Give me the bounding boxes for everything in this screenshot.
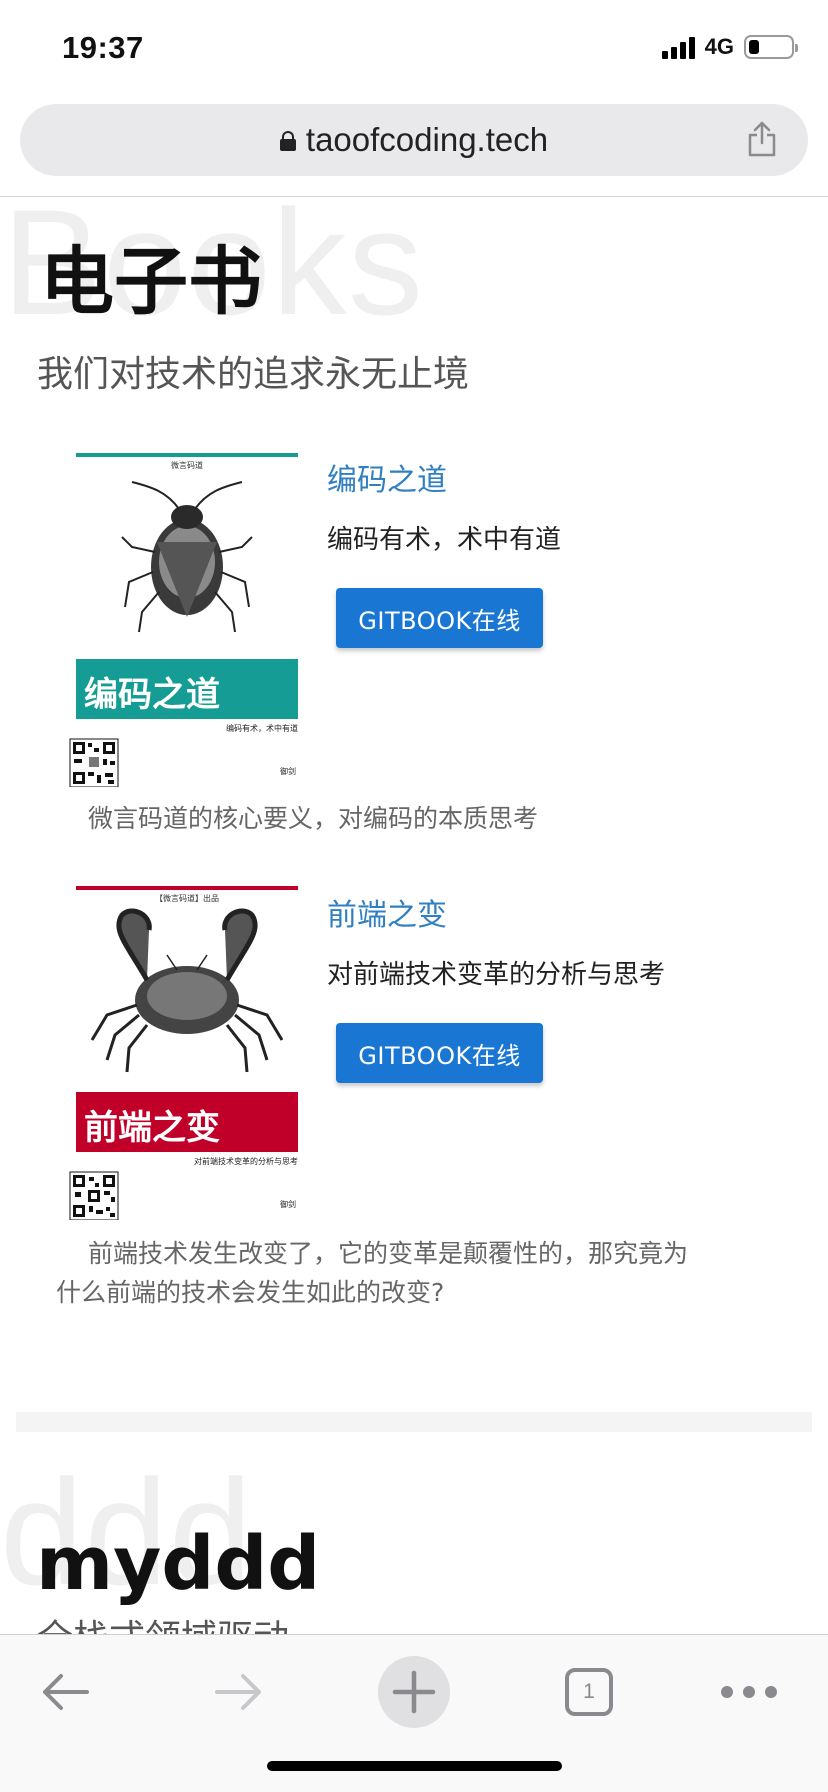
book-tagline: 编码有术，术中有道: [327, 525, 562, 555]
battery-level: [749, 40, 759, 54]
section-title: myddd: [36, 1521, 321, 1607]
home-indicator[interactable]: [267, 1761, 562, 1771]
tab-count: 1: [583, 1680, 595, 1703]
url-text: taoofcoding.tech: [305, 121, 549, 158]
new-tab-button[interactable]: [369, 1647, 459, 1737]
book-description-line: 什么前端的技术会发生如此的改变?: [56, 1278, 445, 1307]
qr-code-icon: [69, 738, 119, 787]
address-bar[interactable]: taoofcoding.tech: [20, 104, 808, 176]
book-title-link[interactable]: 前端之变: [327, 890, 447, 934]
back-button[interactable]: [20, 1647, 110, 1737]
forward-button[interactable]: [194, 1647, 284, 1737]
status-bar: 19:37 4G: [0, 0, 828, 100]
book-description: 微言码道的核心要义，对编码的本质思考: [88, 804, 539, 833]
section-title: 电子书: [40, 239, 262, 325]
cover-header: 微言码道: [171, 460, 203, 470]
cover-header: 【微言码道】出品: [155, 893, 219, 903]
book-description-line: 前端技术发生改变了，它的变革是颠覆性的，那究竟为: [88, 1239, 689, 1268]
book-cover[interactable]: 微言码道 编码之道 编码有术，术中有道 御剑: [68, 447, 308, 787]
cover-title: 编码之道: [84, 675, 220, 715]
book-tagline: 对前端技术变革的分析与思考: [327, 960, 666, 990]
book-title-link[interactable]: 编码之道: [327, 455, 447, 499]
cover-author: 御剑: [280, 766, 296, 776]
gitbook-online-button[interactable]: GITBOOK在线: [336, 588, 543, 648]
battery-icon: [744, 35, 798, 59]
plus-icon: [392, 1670, 436, 1714]
more-icon: [721, 1686, 777, 1698]
share-icon[interactable]: [746, 120, 778, 158]
section-subtitle: 全栈式领域驱动: [37, 1609, 289, 1634]
book-cover[interactable]: 【微言码道】出品 前端之变 对前端技术变革的分析与思考 御剑: [68, 880, 308, 1220]
tabs-button[interactable]: 1: [544, 1647, 634, 1737]
cover-title: 前端之变: [84, 1108, 220, 1148]
network-type: 4G: [704, 34, 734, 59]
status-indicators: 4G: [661, 34, 798, 60]
cover-subtitle: 编码有术，术中有道: [226, 723, 298, 733]
signal-icon: [661, 35, 695, 59]
forward-arrow-icon: [215, 1674, 261, 1710]
lock-icon: [279, 131, 296, 151]
page-content[interactable]: Books 电子书 我们对技术的追求永无止境 微言码道 编码之道 编码有术，术中…: [0, 197, 828, 1634]
cover-author: 御剑: [280, 1199, 296, 1209]
qr-code-icon: [69, 1171, 119, 1220]
cover-subtitle: 对前端技术变革的分析与思考: [194, 1156, 298, 1166]
more-button[interactable]: [704, 1647, 794, 1737]
section-subtitle: 我们对技术的追求永无止境: [37, 354, 470, 395]
gitbook-online-button[interactable]: GITBOOK在线: [336, 1023, 543, 1083]
status-time: 19:37: [62, 30, 144, 65]
section-separator: [16, 1412, 812, 1432]
back-arrow-icon: [43, 1674, 89, 1710]
